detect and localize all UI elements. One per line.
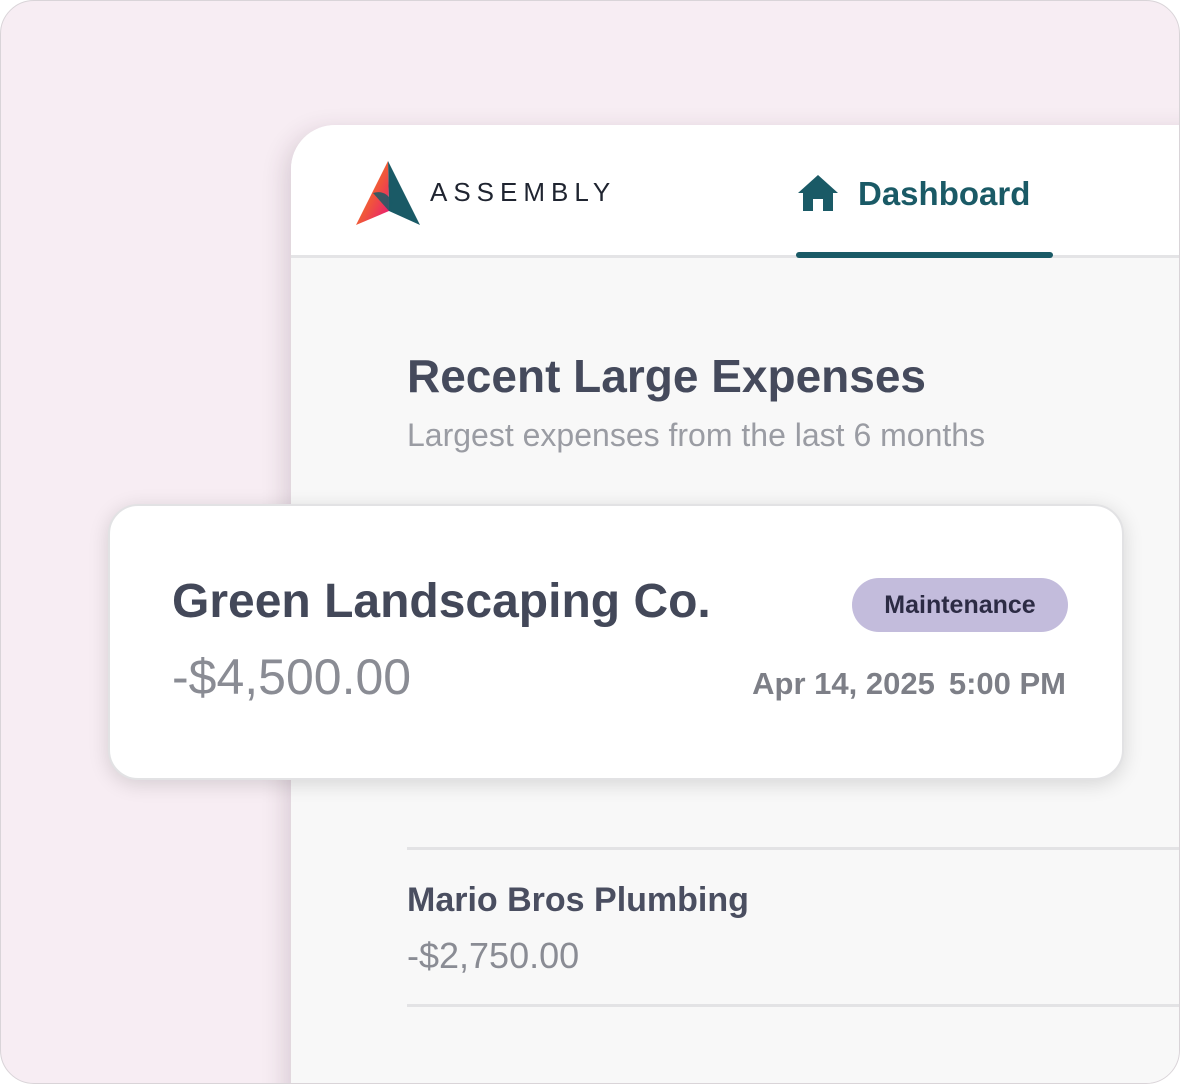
expense-amount: -$2,750.00	[407, 935, 580, 976]
tab-dashboard[interactable]: Dashboard	[796, 171, 1053, 258]
section-title: Recent Large Expenses	[407, 350, 927, 402]
home-icon	[798, 175, 838, 211]
active-tab-indicator	[796, 252, 1053, 258]
tab-dashboard-label: Dashboard	[858, 175, 1031, 212]
section-subtitle: Largest expenses from the last 6 months	[407, 417, 986, 453]
assembly-logo-icon	[356, 161, 420, 225]
featured-expense-card[interactable]: Green Landscaping Co. -$4,500.00 Mainten…	[108, 504, 1124, 780]
featured-expense-datetime: Apr 14, 2025 5:00 PM	[752, 666, 1066, 702]
brand-name: ASSEMBLY	[430, 177, 617, 207]
category-badge: Maintenance	[852, 578, 1068, 632]
featured-expense-vendor: Green Landscaping Co.	[172, 575, 711, 628]
top-navigation-bar: ASSEMBLY Dashboard	[291, 125, 1179, 258]
list-divider	[407, 1004, 1179, 1007]
expense-date: Apr 14, 2025	[752, 666, 935, 701]
expense-time: 5:00 PM	[948, 666, 1066, 701]
app-frame: ASSEMBLY Dashboard Recent Large Expenses…	[0, 0, 1180, 1084]
expense-vendor: Mario Bros Plumbing	[407, 881, 749, 919]
list-divider	[407, 847, 1179, 850]
featured-expense-amount: -$4,500.00	[172, 649, 412, 705]
